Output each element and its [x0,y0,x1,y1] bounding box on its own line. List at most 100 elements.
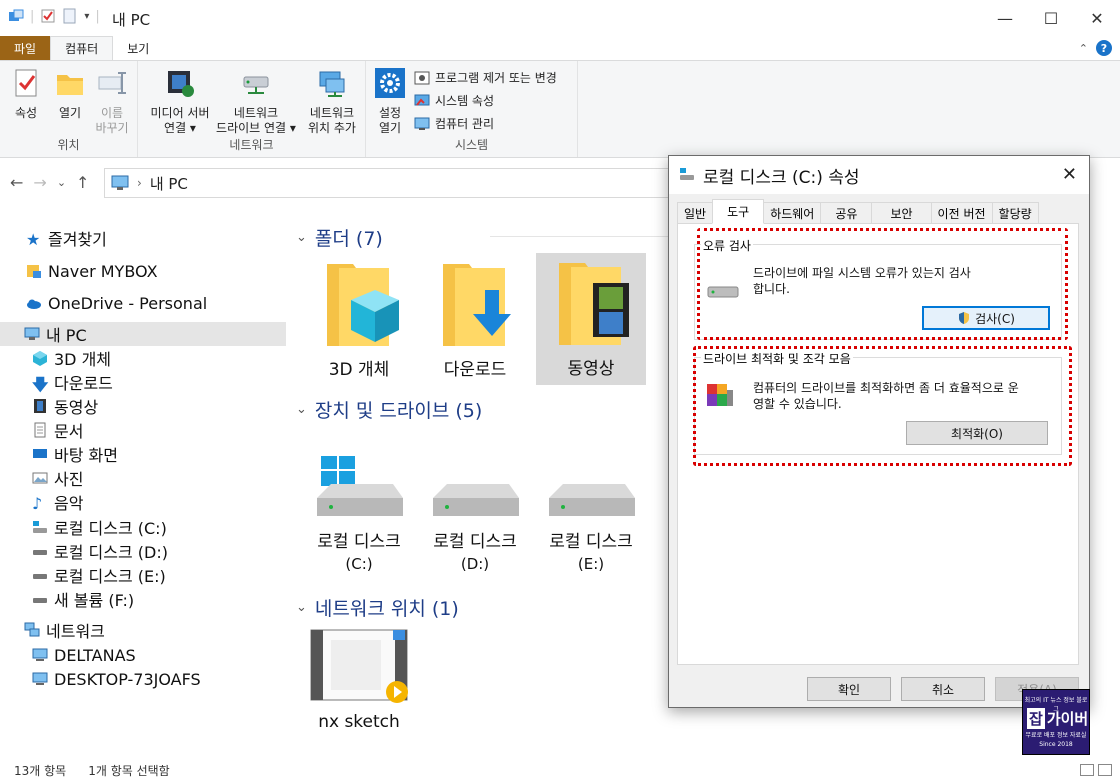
forward-arrow-icon[interactable]: → [33,173,46,192]
explorer-app-icon[interactable] [8,8,24,24]
highlight-box [693,346,1072,466]
dialog-tabs: 일반 도구 하드웨어 공유 보안 이전 버전 할당량 [677,199,1039,224]
folder-tile-videos[interactable]: 동영상 [536,253,646,385]
ribbon-group-label: 네트워크 [229,138,274,152]
sidebar-item-desktop[interactable]: 바탕 화면 [0,442,286,466]
drive-tile-e[interactable]: 로컬 디스크 (E:) [536,454,646,578]
open-settings-button[interactable]: 설정 열기 [372,67,408,136]
section-header-folders[interactable]: ⌄ 폴더 (7) [296,224,383,251]
sidebar-item-network[interactable]: 네트워크 [0,618,286,642]
large-icons-view-icon[interactable] [1098,764,1112,776]
tab-general[interactable]: 일반 [677,202,714,224]
recent-locations-chevron-icon[interactable]: ⌄ [57,176,66,192]
navigation-pane: ★ 즐겨찾기 Naver MYBOX OneDrive - Personal 내… [0,210,288,758]
drive-tile-c[interactable]: 로컬 디스크 (C:) [304,454,414,578]
chevron-down-icon: ⌄ [296,230,307,245]
section-header-network[interactable]: ⌄ 네트워크 위치 (1) [296,594,459,621]
tab-sharing[interactable]: 공유 [820,202,873,224]
up-arrow-icon[interactable]: ↑ [76,173,89,192]
collapse-ribbon-chevron-icon[interactable]: ⌃ [1079,42,1088,55]
tab-quota[interactable]: 할당량 [991,202,1039,224]
watermark-logo: 최고의 IT 뉴스 정보 블로그 잡 가이버 무료로 배포 정보 자료실 Sin… [1022,689,1090,755]
sidebar-item-videos[interactable]: 동영상 [0,394,286,418]
ribbon-tabs: 파일 컴퓨터 보기 ⌃ ? [0,36,1120,60]
back-arrow-icon[interactable]: ← [10,173,23,192]
drive-tile-d[interactable]: 로컬 디스크 (D:) [420,454,530,578]
tab-view[interactable]: 보기 [113,36,163,60]
title-bar: | ▾ | 내 PC — ☐ ✕ [0,0,1120,36]
sidebar-item-documents[interactable]: 문서 [0,418,286,442]
network-shortcut-thumbnail-icon [310,629,408,703]
sidebar-item-desktop-73joafs[interactable]: DESKTOP-73JOAFS [0,667,286,691]
sidebar-item-this-pc[interactable]: 내 PC [0,322,286,346]
map-network-drive-button[interactable]: 네트워크 드라이브 연결 ▾ [216,67,296,136]
uninstall-program-item[interactable]: 프로그램 제거 또는 변경 [414,69,557,86]
address-bar[interactable]: › 내 PC [104,168,684,198]
sidebar-item-3d-objects[interactable]: 3D 개체 [0,346,286,370]
document-icon [34,422,46,438]
tab-tools[interactable]: 도구 [712,199,765,224]
tab-security[interactable]: 보안 [871,202,932,224]
separator: | [30,8,35,24]
ok-button[interactable]: 확인 [807,677,891,701]
ribbon-right-controls: ⌃ ? [1079,40,1112,56]
help-icon[interactable]: ? [1096,40,1112,56]
cancel-button[interactable]: 취소 [901,677,985,701]
system-properties-item[interactable]: 시스템 속성 [414,92,494,109]
tab-computer[interactable]: 컴퓨터 [50,36,114,60]
add-network-location-button[interactable]: 네트워크 위치 추가 [302,67,362,136]
section-header-drives[interactable]: ⌄ 장치 및 드라이브 (5) [296,396,482,423]
folder-tile-downloads[interactable]: 다운로드 [420,254,530,384]
sidebar-item-pictures[interactable]: 사진 [0,466,286,490]
details-view-icon[interactable] [1080,764,1094,776]
download-arrow-icon: 🡇 [32,375,49,394]
network-tile-nx-sketch[interactable]: nx sketch [304,626,414,736]
window-controls: — ☐ ✕ [982,0,1120,36]
sidebar-item-drive-c[interactable]: 로컬 디스크 (C:) [0,515,286,539]
sidebar-item-drive-e[interactable]: 로컬 디스크 (E:) [0,563,286,587]
drive-icon [433,484,519,516]
ribbon: 속성 열기 이름 바꾸기 위치 미디어 서버 연결 ▾ 네트워크 드라이브 연결… [0,60,1120,158]
sidebar-item-drive-f[interactable]: 새 볼륨 (F:) [0,587,286,611]
computer-management-item[interactable]: 컴퓨터 관리 [414,115,494,132]
sidebar-item-deltanas[interactable]: DELTANAS [0,643,286,667]
content-pane: ⌄ 폴더 (7) 3D 개체 다운로드 동영상 ⌄ 장치 및 드라이브 (5) … [290,210,670,758]
tab-hardware[interactable]: 하드웨어 [763,202,822,224]
properties-check-icon[interactable] [40,8,56,24]
window-title: 내 PC [112,11,151,29]
status-bar: 13개 항목 1개 항목 선택함 [0,758,1120,782]
maximize-button[interactable]: ☐ [1028,0,1074,36]
drive-icon [549,484,635,516]
item-count: 13개 항목 [14,763,67,778]
this-pc-icon [24,327,40,340]
properties-button[interactable]: 속성 [6,67,46,121]
picture-icon [32,472,48,484]
computer-management-icon [414,117,430,130]
folder-tile-3d-objects[interactable]: 3D 개체 [304,254,414,384]
dialog-close-button[interactable]: ✕ [1062,164,1077,185]
breadcrumb-chevron-icon[interactable]: › [137,176,142,190]
address-path: 내 PC [149,174,188,193]
chevron-down-icon: ⌄ [296,402,307,417]
sidebar-item-naver-mybox[interactable]: Naver MYBOX [0,259,286,283]
selected-count: 1개 항목 선택함 [88,763,170,778]
sidebar-item-music[interactable]: ♪ 음악 [0,490,286,514]
ribbon-group-system: 설정 열기 프로그램 제거 또는 변경 시스템 속성 컴퓨터 관리 시스템 [366,61,578,157]
sidebar-item-drive-d[interactable]: 로컬 디스크 (D:) [0,539,286,563]
open-button[interactable]: 열기 [50,67,90,121]
sidebar-item-downloads[interactable]: 🡇 다운로드 [0,370,286,394]
rename-button[interactable]: 이름 바꾸기 [92,67,132,136]
desktop-icon [33,449,47,458]
close-window-button[interactable]: ✕ [1074,0,1120,36]
cloud-icon [27,299,41,309]
media-server-button[interactable]: 미디어 서버 연결 ▾ [142,67,218,136]
new-folder-icon[interactable] [62,8,78,24]
tools-tab-panel: 오류 검사 드라이브에 파일 시스템 오류가 있는지 검사 합니다. 검사(C)… [677,223,1079,665]
tab-file[interactable]: 파일 [0,36,51,60]
customize-qa-chevron-icon[interactable]: ▾ [84,11,89,22]
network-icon [24,622,40,637]
sidebar-item-quick-access[interactable]: ★ 즐겨찾기 [0,226,286,250]
minimize-button[interactable]: — [982,0,1028,36]
sidebar-item-onedrive[interactable]: OneDrive - Personal [0,291,286,315]
tab-previous-versions[interactable]: 이전 버전 [930,202,993,224]
